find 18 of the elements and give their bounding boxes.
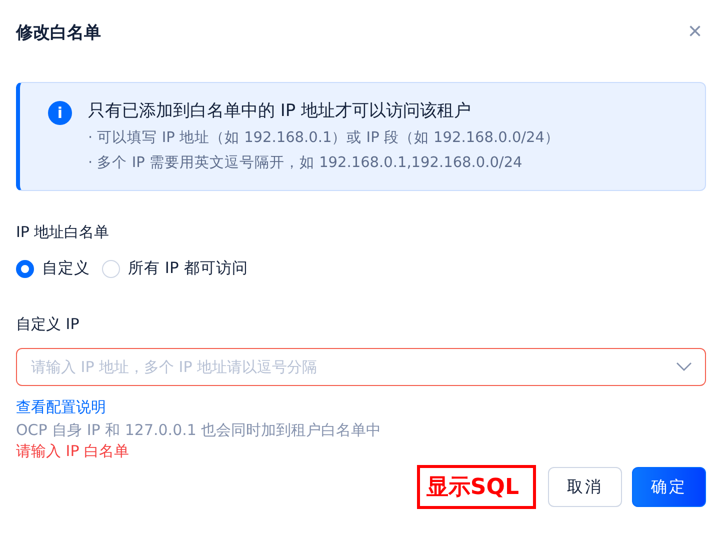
info-text: · 可以填写 IP 地址（如 192.168.0.1）或 IP 段（如 192.168.0.0/24） — [88, 129, 560, 147]
error-text: 请输入 IP 白名单 — [16, 442, 130, 461]
info-icon: i — [48, 101, 72, 125]
confirm-button[interactable]: 确定 — [632, 467, 706, 507]
info-heading: 只有已添加到白名单中的 IP 地址才可以访问该租户 — [88, 100, 472, 122]
annotation-label: 显示SQL — [417, 465, 536, 509]
chevron-down-icon — [676, 362, 692, 372]
radio-option[interactable]: 所有 IP 都可访问 — [102, 258, 248, 279]
info-text: · 多个 IP 需要用英文逗号隔开，如 192.168.0.1,192.168.0.0/24 — [88, 154, 524, 172]
config-help-link[interactable]: 查看配置说明 — [16, 398, 106, 417]
dialog-title: 修改白名单 — [16, 22, 101, 44]
cancel-button[interactable]: 取消 — [548, 467, 622, 507]
field-label: IP 地址白名单 — [16, 223, 110, 242]
field-label: 自定义 IP — [16, 315, 80, 334]
ip-input-field[interactable]: 请输入 IP 地址，多个 IP 地址请以逗号分隔 — [16, 348, 706, 386]
radio-option[interactable]: 自定义 — [16, 258, 90, 279]
radio-icon[interactable] — [16, 260, 34, 278]
hint-text: OCP 自身 IP 和 127.0.0.1 也会同时加到租户白名单中 — [16, 421, 382, 440]
